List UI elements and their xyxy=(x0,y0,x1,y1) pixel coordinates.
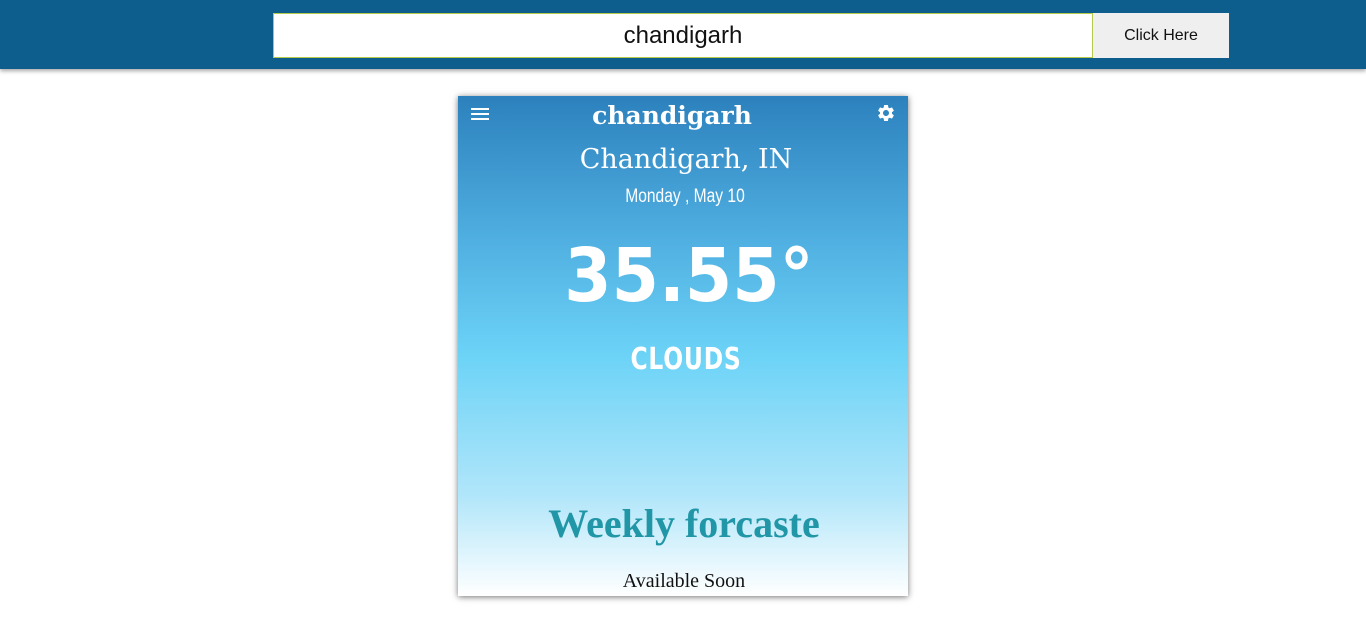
location-label: Chandigarh, IN xyxy=(579,144,793,175)
card-title: chandigarh xyxy=(592,101,752,130)
weather-condition: CLOUDS xyxy=(630,342,742,377)
top-bar: Click Here xyxy=(0,0,1366,69)
weather-card: chandigarh Chandigarh, IN Monday , May 1… xyxy=(458,96,908,596)
weekly-forecast-title: Weekly forcaste xyxy=(548,501,820,546)
temperature-value: 35.55° xyxy=(564,233,814,319)
search-input[interactable] xyxy=(273,13,1093,58)
weekly-forecast-status: Available Soon xyxy=(622,570,746,592)
search-button[interactable]: Click Here xyxy=(1093,13,1229,58)
date-label: Monday , May 10 xyxy=(625,186,745,207)
gear-icon[interactable] xyxy=(876,103,896,123)
